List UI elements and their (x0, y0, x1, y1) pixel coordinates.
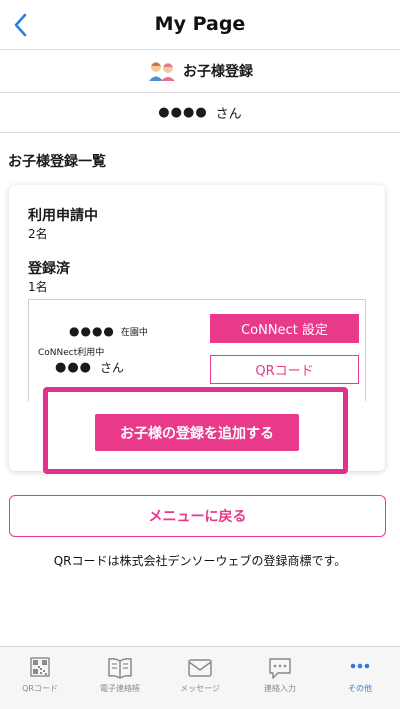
tab-label: QRコード (22, 684, 58, 693)
chat-input-icon (269, 658, 291, 679)
qr-code-icon (30, 657, 50, 677)
child-name-masked: ●●●● (69, 324, 115, 338)
user-honorific: さん (215, 107, 242, 122)
guardian-honorific: さん (100, 361, 125, 375)
pending-count: 2名 (28, 227, 48, 241)
pending-label: 利用申請中 (28, 208, 98, 224)
more-icon (350, 663, 370, 669)
registered-label: 登録済 (28, 261, 70, 277)
notebook-icon (108, 658, 132, 679)
connect-status: CoNNect利用中 (38, 348, 105, 358)
tab-other[interactable]: その他 (320, 647, 400, 709)
tab-label: 連絡入力 (264, 684, 296, 693)
registered-count: 1名 (28, 280, 48, 294)
registration-header-title: お子様登録 (183, 64, 253, 80)
qr-code-button[interactable]: QRコード (210, 355, 359, 384)
trademark-note: QRコードは株式会社デンソーウェブの登録商標です。 (53, 554, 347, 568)
child-registration-header: お子様登録 (0, 50, 400, 93)
tab-bar: QRコード 電子連絡帳 メッセージ 連絡入力 その他 (0, 646, 400, 709)
child-name-row: ●●●● 在園中 (69, 324, 148, 338)
envelope-icon (188, 659, 212, 677)
tab-notebook[interactable]: 電子連絡帳 (80, 647, 160, 709)
tab-label: その他 (348, 684, 372, 693)
guardian-name-row: ●●● さん (55, 359, 124, 376)
tab-message[interactable]: メッセージ (160, 647, 240, 709)
child-status: 在園中 (120, 327, 148, 338)
tab-label: メッセージ (180, 684, 220, 693)
children-icon (149, 62, 175, 81)
back-to-menu-button[interactable]: メニューに戻る (9, 495, 386, 537)
guardian-name-masked: ●●● (55, 360, 93, 375)
tab-contact-input[interactable]: 連絡入力 (240, 647, 320, 709)
user-name-row: ●●●● さん (0, 93, 400, 133)
add-child-button[interactable]: お子様の登録を追加する (95, 414, 299, 451)
page-title: My Page (154, 13, 246, 35)
user-name-masked: ●●●● (158, 105, 208, 120)
navigation-bar: My Page (0, 0, 400, 50)
section-title: お子様登録一覧 (8, 154, 106, 170)
tab-qr-code[interactable]: QRコード (0, 647, 80, 709)
tab-label: 電子連絡帳 (100, 684, 140, 693)
connect-settings-button[interactable]: CoNNect 設定 (210, 314, 359, 343)
child-entry: ●●●● 在園中 CoNNect利用中 ●●● さん CoNNect 設定 QR… (28, 299, 366, 401)
